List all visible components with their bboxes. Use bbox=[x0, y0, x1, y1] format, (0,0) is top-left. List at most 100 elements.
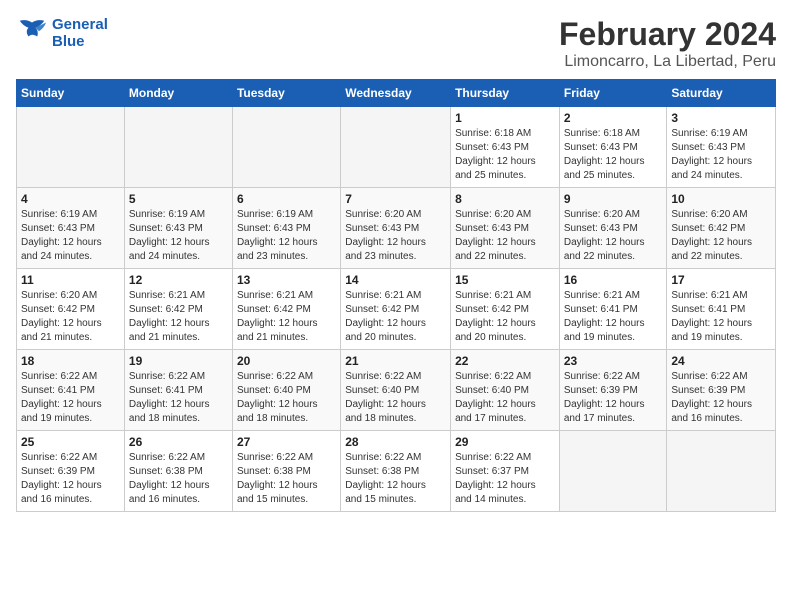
weekday-header-wednesday: Wednesday bbox=[341, 80, 451, 107]
calendar-cell: 15Sunrise: 6:21 AM Sunset: 6:42 PM Dayli… bbox=[451, 269, 560, 350]
calendar-body: 1 Sunrise: 6:18 AM Sunset: 6:43 PM Daylig… bbox=[17, 107, 776, 512]
weekday-header-monday: Monday bbox=[124, 80, 232, 107]
calendar-week-3: 11 Sunrise: 6:20 AM Sunset: 6:42 PM Dayli… bbox=[17, 269, 776, 350]
day-info: Sunrise: 6:20 AM Sunset: 6:43 PM Dayligh… bbox=[564, 208, 663, 264]
calendar-cell: 11 Sunrise: 6:20 AM Sunset: 6:42 PM Dayli… bbox=[17, 269, 125, 350]
day-info: Sunrise: 6:19 AM Sunset: 6:43 PM Dayligh… bbox=[129, 208, 228, 264]
day-info: Sunrise: 6:22 AM Sunset: 6:39 PM Dayligh… bbox=[671, 370, 771, 426]
calendar-cell: 18 Sunrise: 6:22 AM Sunset: 6:41 PM Dayli… bbox=[17, 350, 125, 431]
calendar-cell: 21 Sunrise: 6:22 AM Sunset: 6:40 PM Dayli… bbox=[341, 350, 451, 431]
day-number: 28 bbox=[345, 435, 446, 449]
weekday-header-sunday: Sunday bbox=[17, 80, 125, 107]
day-info: Sunrise: 6:20 AM Sunset: 6:43 PM Dayligh… bbox=[455, 208, 555, 264]
calendar-cell: 23 Sunrise: 6:22 AM Sunset: 6:39 PM Dayli… bbox=[559, 350, 667, 431]
logo: General Blue bbox=[16, 16, 108, 50]
calendar-cell bbox=[124, 107, 232, 188]
day-info: Sunrise: 6:21 AM Sunset: 6:41 PM Dayligh… bbox=[671, 289, 771, 345]
day-info: Sunrise: 6:18 AM Sunset: 6:43 PM Dayligh… bbox=[564, 127, 663, 183]
title-block: February 2024 Limoncarro, La Libertad, P… bbox=[559, 16, 776, 71]
calendar-cell bbox=[341, 107, 451, 188]
calendar-cell: 12 Sunrise: 6:21 AM Sunset: 6:42 PM Dayli… bbox=[124, 269, 232, 350]
calendar-cell: 19Sunrise: 6:22 AM Sunset: 6:41 PM Dayli… bbox=[124, 350, 232, 431]
day-number: 9 bbox=[564, 192, 663, 206]
day-number: 19 bbox=[129, 354, 228, 368]
location-title: Limoncarro, La Libertad, Peru bbox=[559, 53, 776, 71]
day-number: 17 bbox=[671, 273, 771, 287]
day-info: Sunrise: 6:19 AM Sunset: 6:43 PM Dayligh… bbox=[671, 127, 771, 183]
weekday-header-thursday: Thursday bbox=[451, 80, 560, 107]
day-number: 10 bbox=[671, 192, 771, 206]
day-number: 13 bbox=[237, 273, 336, 287]
calendar-cell: 5 Sunrise: 6:19 AM Sunset: 6:43 PM Daylig… bbox=[124, 188, 232, 269]
calendar-cell: 4Sunrise: 6:19 AM Sunset: 6:43 PM Daylig… bbox=[17, 188, 125, 269]
day-number: 22 bbox=[455, 354, 555, 368]
calendar-cell bbox=[667, 431, 776, 512]
calendar-cell: 8Sunrise: 6:20 AM Sunset: 6:43 PM Daylig… bbox=[451, 188, 560, 269]
calendar-cell: 13 Sunrise: 6:21 AM Sunset: 6:42 PM Dayli… bbox=[232, 269, 340, 350]
calendar-cell: 22 Sunrise: 6:22 AM Sunset: 6:40 PM Dayli… bbox=[451, 350, 560, 431]
calendar-cell: 20Sunrise: 6:22 AM Sunset: 6:40 PM Dayli… bbox=[232, 350, 340, 431]
calendar-cell: 24 Sunrise: 6:22 AM Sunset: 6:39 PM Dayli… bbox=[667, 350, 776, 431]
day-number: 21 bbox=[345, 354, 446, 368]
day-info: Sunrise: 6:20 AM Sunset: 6:42 PM Dayligh… bbox=[21, 289, 120, 345]
calendar-cell: 25 Sunrise: 6:22 AM Sunset: 6:39 PM Dayli… bbox=[17, 431, 125, 512]
day-number: 2 bbox=[564, 111, 663, 125]
day-number: 16 bbox=[564, 273, 663, 287]
day-info: Sunrise: 6:21 AM Sunset: 6:42 PM Dayligh… bbox=[345, 289, 446, 345]
calendar-week-1: 1 Sunrise: 6:18 AM Sunset: 6:43 PM Daylig… bbox=[17, 107, 776, 188]
day-number: 24 bbox=[671, 354, 771, 368]
day-info: Sunrise: 6:19 AM Sunset: 6:43 PM Dayligh… bbox=[237, 208, 336, 264]
calendar-cell: 16Sunrise: 6:21 AM Sunset: 6:41 PM Dayli… bbox=[559, 269, 667, 350]
day-info: Sunrise: 6:21 AM Sunset: 6:42 PM Dayligh… bbox=[129, 289, 228, 345]
day-info: Sunrise: 6:22 AM Sunset: 6:41 PM Dayligh… bbox=[21, 370, 120, 426]
day-info: Sunrise: 6:22 AM Sunset: 6:39 PM Dayligh… bbox=[564, 370, 663, 426]
day-info: Sunrise: 6:21 AM Sunset: 6:42 PM Dayligh… bbox=[237, 289, 336, 345]
day-info: Sunrise: 6:20 AM Sunset: 6:43 PM Dayligh… bbox=[345, 208, 446, 264]
calendar-cell bbox=[559, 431, 667, 512]
day-info: Sunrise: 6:22 AM Sunset: 6:37 PM Dayligh… bbox=[455, 451, 555, 507]
day-number: 14 bbox=[345, 273, 446, 287]
day-number: 26 bbox=[129, 435, 228, 449]
day-info: Sunrise: 6:22 AM Sunset: 6:40 PM Dayligh… bbox=[237, 370, 336, 426]
calendar-cell: 26 Sunrise: 6:22 AM Sunset: 6:38 PM Dayli… bbox=[124, 431, 232, 512]
page-header: General Blue February 2024 Limoncarro, L… bbox=[16, 16, 776, 71]
day-number: 15 bbox=[455, 273, 555, 287]
day-info: Sunrise: 6:22 AM Sunset: 6:39 PM Dayligh… bbox=[21, 451, 120, 507]
day-number: 18 bbox=[21, 354, 120, 368]
calendar-cell: 29 Sunrise: 6:22 AM Sunset: 6:37 PM Dayli… bbox=[451, 431, 560, 512]
day-number: 23 bbox=[564, 354, 663, 368]
day-info: Sunrise: 6:22 AM Sunset: 6:38 PM Dayligh… bbox=[237, 451, 336, 507]
day-number: 1 bbox=[455, 111, 555, 125]
weekday-header-saturday: Saturday bbox=[667, 80, 776, 107]
day-number: 5 bbox=[129, 192, 228, 206]
logo-text: General Blue bbox=[52, 16, 108, 50]
calendar-cell: 7 Sunrise: 6:20 AM Sunset: 6:43 PM Daylig… bbox=[341, 188, 451, 269]
day-number: 6 bbox=[237, 192, 336, 206]
calendar-cell: 3 Sunrise: 6:19 AM Sunset: 6:43 PM Daylig… bbox=[667, 107, 776, 188]
day-info: Sunrise: 6:22 AM Sunset: 6:40 PM Dayligh… bbox=[345, 370, 446, 426]
calendar-cell bbox=[232, 107, 340, 188]
calendar-cell: 9 Sunrise: 6:20 AM Sunset: 6:43 PM Daylig… bbox=[559, 188, 667, 269]
day-number: 11 bbox=[21, 273, 120, 287]
day-number: 25 bbox=[21, 435, 120, 449]
day-number: 3 bbox=[671, 111, 771, 125]
day-number: 12 bbox=[129, 273, 228, 287]
calendar-cell: 17 Sunrise: 6:21 AM Sunset: 6:41 PM Dayli… bbox=[667, 269, 776, 350]
calendar-cell: 10Sunrise: 6:20 AM Sunset: 6:42 PM Dayli… bbox=[667, 188, 776, 269]
calendar-cell bbox=[17, 107, 125, 188]
day-number: 7 bbox=[345, 192, 446, 206]
calendar-table: SundayMondayTuesdayWednesdayThursdayFrid… bbox=[16, 79, 776, 512]
calendar-week-5: 25 Sunrise: 6:22 AM Sunset: 6:39 PM Dayli… bbox=[17, 431, 776, 512]
calendar-cell: 27Sunrise: 6:22 AM Sunset: 6:38 PM Dayli… bbox=[232, 431, 340, 512]
calendar-cell: 14 Sunrise: 6:21 AM Sunset: 6:42 PM Dayli… bbox=[341, 269, 451, 350]
day-number: 29 bbox=[455, 435, 555, 449]
weekday-header-friday: Friday bbox=[559, 80, 667, 107]
day-info: Sunrise: 6:18 AM Sunset: 6:43 PM Dayligh… bbox=[455, 127, 555, 183]
calendar-week-2: 4 Sunrise: 6:19 AM Sunset: 6:43 PM Daylig… bbox=[17, 188, 776, 269]
weekday-header-tuesday: Tuesday bbox=[232, 80, 340, 107]
day-info: Sunrise: 6:22 AM Sunset: 6:40 PM Dayligh… bbox=[455, 370, 555, 426]
day-number: 4 bbox=[21, 192, 120, 206]
day-info: Sunrise: 6:22 AM Sunset: 6:38 PM Dayligh… bbox=[129, 451, 228, 507]
calendar-cell: 28Sunrise: 6:22 AM Sunset: 6:38 PM Dayli… bbox=[341, 431, 451, 512]
logo-bird-icon bbox=[16, 19, 48, 47]
